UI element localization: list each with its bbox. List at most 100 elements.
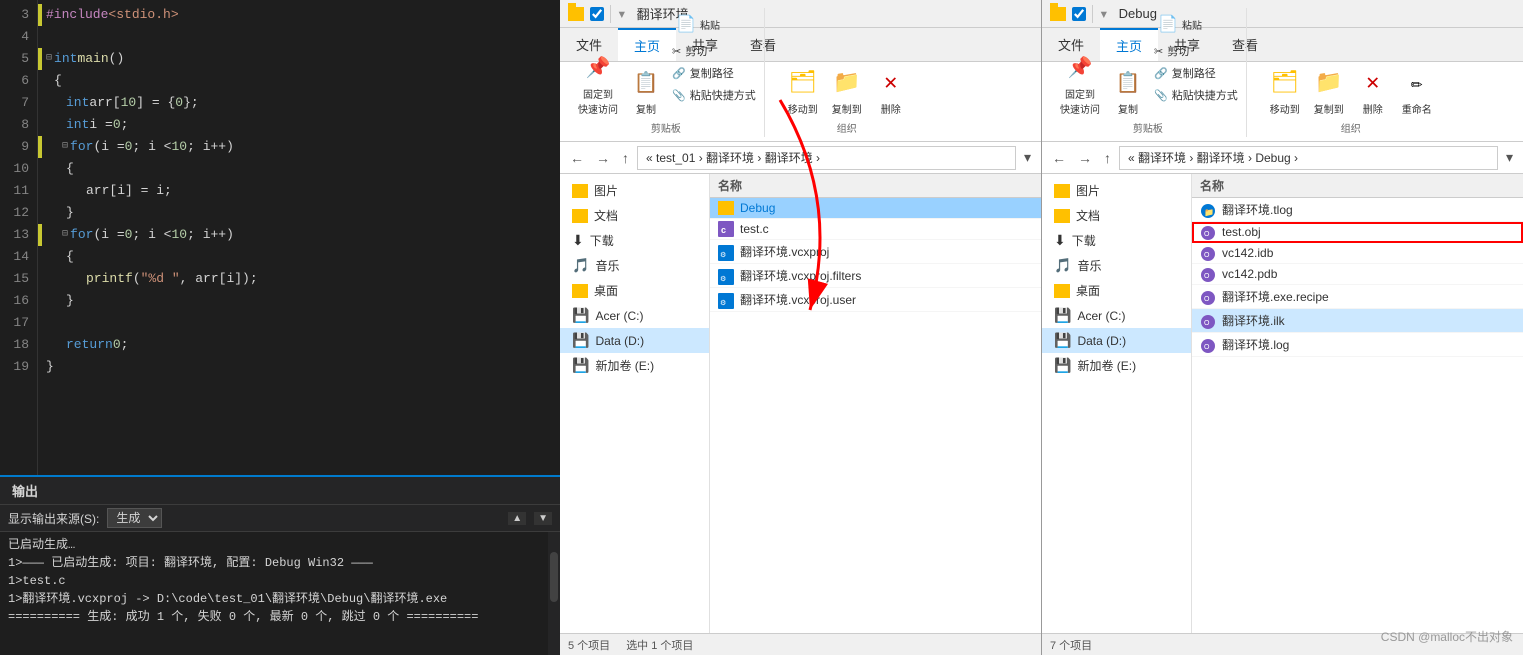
selected-count: 选中 1 个项目: [626, 637, 693, 653]
file-item-vcxproj[interactable]: ⚙ 翻译环境.vcxproj: [710, 240, 1041, 264]
nav-desktop[interactable]: 桌面: [560, 278, 709, 303]
paste-shortcut-icon: 📎: [672, 89, 686, 102]
obj-icon: O: [1200, 314, 1216, 328]
paste-shortcut-button2[interactable]: 📎 粘贴快捷方式: [1152, 86, 1240, 104]
line-numbers: 3 4 5 6 7 8 9 10 11 12 13 14 15 16 17 18: [0, 0, 38, 475]
output-line: 1>翻译环境.vcxproj -> D:\code\test_01\翻译环境\D…: [8, 590, 540, 608]
copy-to-button[interactable]: 📁 复制到: [827, 65, 867, 118]
file2-tlog[interactable]: 📁 翻译环境.tlog: [1192, 198, 1523, 222]
nav2-desktop[interactable]: 桌面: [1042, 278, 1191, 303]
explorer1-folder-icon: [568, 7, 584, 21]
copy-icon: 📋: [1112, 67, 1144, 99]
vcxproj-icon: ⚙: [718, 245, 734, 259]
file2-test-obj[interactable]: O test.obj: [1192, 222, 1523, 243]
paste-icon: 📄: [1156, 12, 1180, 36]
tlog-icon: 📁: [1200, 203, 1216, 217]
address-expand-button2[interactable]: ▾: [1502, 147, 1517, 168]
file-name: 翻译环境.vcxproj.filters: [740, 267, 861, 284]
file-item-vcxproj-filters[interactable]: ⚙ 翻译环境.vcxproj.filters: [710, 264, 1041, 288]
file2-ilk[interactable]: O 翻译环境.ilk: [1192, 309, 1523, 333]
svg-text:c: c: [721, 225, 726, 235]
output-content[interactable]: 已启动生成… 1>——— 已启动生成: 项目: 翻译环境, 配置: Debug …: [0, 532, 548, 655]
nav-documents[interactable]: 文档: [560, 203, 709, 228]
svg-text:⚙: ⚙: [720, 275, 726, 283]
paste-button[interactable]: 📄 粘贴: [670, 10, 758, 38]
up-button[interactable]: ↑: [618, 148, 633, 168]
nav-downloads[interactable]: ⬇ 下载: [560, 228, 709, 253]
rename-button[interactable]: ✏ 重命名: [1397, 65, 1437, 118]
copy-path-button2[interactable]: 🔗 复制路径: [1152, 64, 1240, 82]
pin-icon: 📌: [582, 52, 614, 84]
nav-music[interactable]: 🎵 音乐: [560, 253, 709, 278]
file2-vc142-idb[interactable]: O vc142.idb: [1192, 243, 1523, 264]
paste-button2[interactable]: 📄 粘贴: [1152, 10, 1240, 38]
file-name: Debug: [740, 201, 775, 215]
nav2-e-drive[interactable]: 💾 新加卷 (E:): [1042, 353, 1191, 378]
vcxproj-icon: ⚙: [718, 293, 734, 307]
output-source-select[interactable]: 生成: [107, 508, 162, 528]
delete-button2[interactable]: ✕ 删除: [1353, 65, 1393, 118]
address-expand-button[interactable]: ▾: [1020, 147, 1035, 168]
paste-shortcut-button[interactable]: 📎 粘贴快捷方式: [670, 86, 758, 104]
svg-text:📁: 📁: [1204, 208, 1214, 217]
file-item-debug[interactable]: Debug: [710, 198, 1041, 219]
explorer1-file-content[interactable]: 名称 Debug c test.c ⚙: [710, 174, 1041, 633]
nav-e-drive[interactable]: 💾 新加卷 (E:): [560, 353, 709, 378]
back-button2[interactable]: ←: [1048, 148, 1070, 168]
folder-icon: [572, 184, 588, 198]
output-line: 1>test.c: [8, 572, 540, 590]
drive-icon: 💾: [572, 332, 589, 349]
file-item-test-c[interactable]: c test.c: [710, 219, 1041, 240]
folder-icon: [572, 209, 588, 223]
pin-to-quickaccess-button[interactable]: 📌 固定到快速访问: [574, 50, 622, 118]
copyto-icon: 📁: [831, 67, 863, 99]
nav2-music[interactable]: 🎵 音乐: [1042, 253, 1191, 278]
svg-text:⚙: ⚙: [720, 251, 726, 259]
nav2-c-drive[interactable]: 💾 Acer (C:): [1042, 303, 1191, 328]
forward-button2[interactable]: →: [1074, 148, 1096, 168]
forward-button[interactable]: →: [592, 148, 614, 168]
file-item-vcxproj-user[interactable]: ⚙ 翻译环境.vcxproj.user: [710, 288, 1041, 312]
address-input[interactable]: [637, 146, 1016, 170]
explorer1-sidebar: 图片 文档 ⬇ 下载 🎵 音乐: [560, 174, 710, 633]
file2-vc142-pdb[interactable]: O vc142.pdb: [1192, 264, 1523, 285]
delete-icon: ✕: [1357, 67, 1389, 99]
nav-d-drive[interactable]: 💾 Data (D:): [560, 328, 709, 353]
delete-button[interactable]: ✕ 删除: [871, 65, 911, 118]
copy-path-button[interactable]: 🔗 复制路径: [670, 64, 758, 82]
explorer2-address-bar: ← → ↑ ▾: [1042, 142, 1523, 174]
back-button[interactable]: ←: [566, 148, 588, 168]
file2-recipe[interactable]: O 翻译环境.exe.recipe: [1192, 285, 1523, 309]
copy-button[interactable]: 📋 复制: [626, 65, 666, 118]
nav-c-drive[interactable]: 💾 Acer (C:): [560, 303, 709, 328]
cut-button2[interactable]: ✂ 剪切: [1152, 42, 1240, 60]
explorer2-file-content[interactable]: 名称 📁 翻译环境.tlog O test.obj: [1192, 174, 1523, 633]
output-header: 输出: [0, 477, 560, 505]
move-to-button[interactable]: 🗂 移动到: [783, 65, 823, 118]
explorer2-file-list-area: 图片 文档 ⬇ 下载 🎵 音乐: [1042, 174, 1523, 633]
delete-icon: ✕: [875, 67, 907, 99]
rename-icon: ✏: [1401, 67, 1433, 99]
move-to-button2[interactable]: 🗂 移动到: [1265, 65, 1305, 118]
obj-icon: O: [1200, 290, 1216, 304]
up-button2[interactable]: ↑: [1100, 148, 1115, 168]
nav-pictures[interactable]: 图片: [560, 178, 709, 203]
c-file-icon: c: [718, 222, 734, 236]
svg-text:⚙: ⚙: [720, 299, 726, 307]
nav2-documents[interactable]: 文档: [1042, 203, 1191, 228]
copy-button2[interactable]: 📋 复制: [1108, 65, 1148, 118]
pin-to-quickaccess-button2[interactable]: 📌 固定到快速访问: [1056, 50, 1104, 118]
address-input2[interactable]: [1119, 146, 1498, 170]
output-scroll-down[interactable]: ▼: [534, 512, 552, 525]
file2-log[interactable]: O 翻译环境.log: [1192, 333, 1523, 357]
download-icon: ⬇: [1054, 232, 1066, 249]
nav2-pictures[interactable]: 图片: [1042, 178, 1191, 203]
nav2-d-drive[interactable]: 💾 Data (D:): [1042, 328, 1191, 353]
nav2-downloads[interactable]: ⬇ 下载: [1042, 228, 1191, 253]
vcxproj-icon: ⚙: [718, 269, 734, 283]
output-scroll-up[interactable]: ▲: [508, 512, 526, 525]
drive-icon: 💾: [572, 307, 589, 324]
cut-button[interactable]: ✂ 剪切: [670, 42, 758, 60]
copy-to-button2[interactable]: 📁 复制到: [1309, 65, 1349, 118]
scissors-icon: ✂: [1154, 45, 1163, 58]
